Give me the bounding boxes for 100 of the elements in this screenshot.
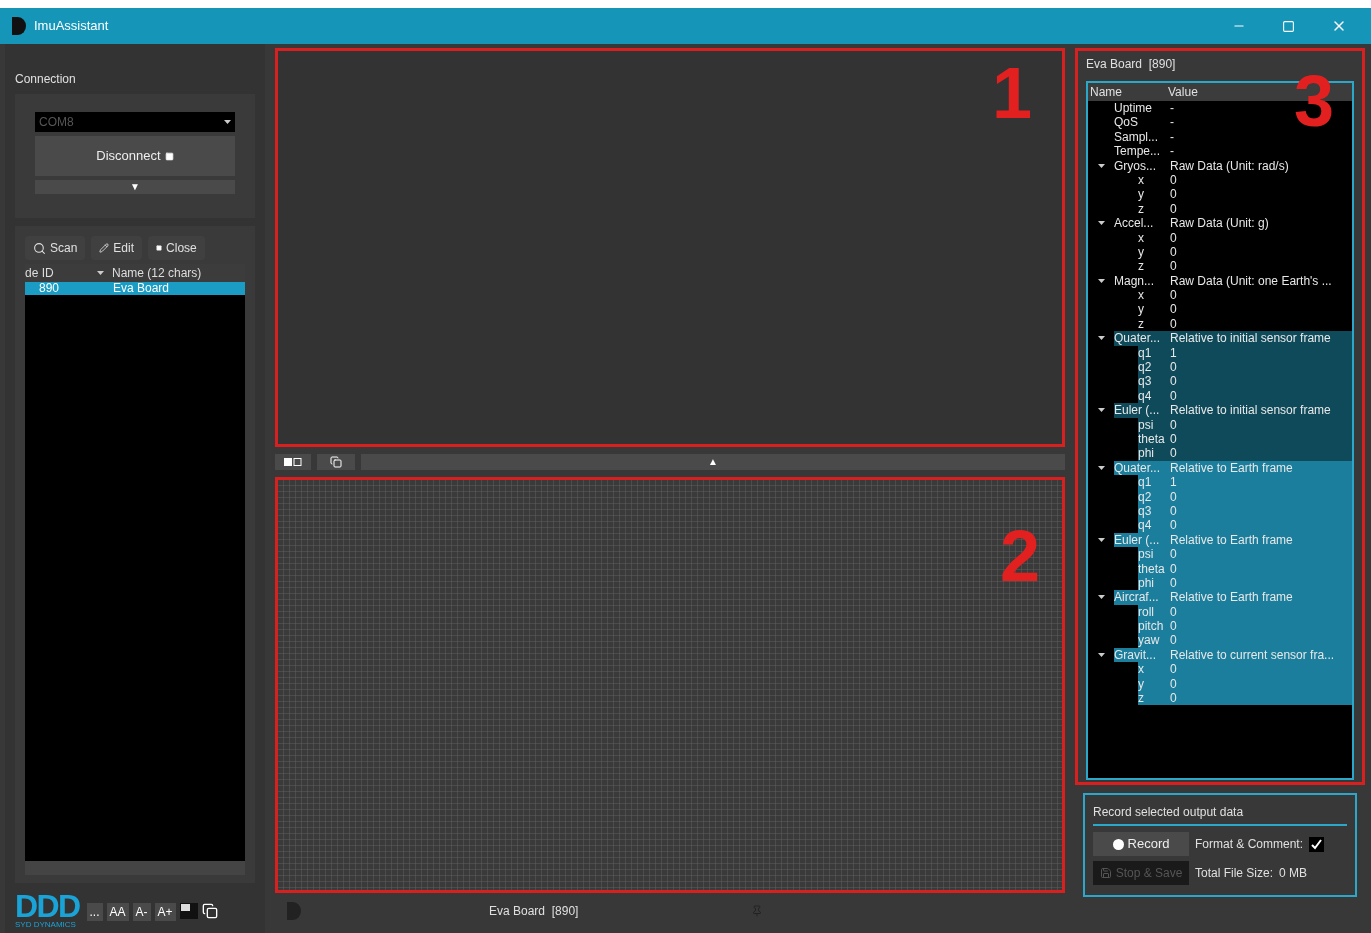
tree-item-value: 0 (1170, 662, 1177, 677)
company-name: SYD DYNAMICS (15, 921, 76, 929)
font-button[interactable]: A- (132, 903, 151, 921)
horizontal-scrollbar[interactable] (25, 861, 245, 875)
toolbar-button[interactable]: Scan (25, 236, 86, 260)
record-button[interactable]: Record (1093, 832, 1189, 856)
tree-row[interactable]: q3 0 (1138, 374, 1352, 389)
font-button[interactable]: A+ (154, 903, 176, 921)
tree-row[interactable]: phi 0 (1138, 446, 1352, 461)
expand-button[interactable]: ▼ (35, 180, 235, 194)
expand-caret-icon[interactable] (1097, 595, 1105, 600)
tree-item-value: 0 (1170, 503, 1177, 519)
tree-row[interactable]: yaw 0 (1138, 633, 1352, 648)
tree-item-value: 0 (1170, 360, 1177, 375)
tree-item-value: Relative to Earth frame (1170, 532, 1293, 548)
tree-row[interactable]: y 0 (1138, 187, 1352, 202)
expand-caret-icon[interactable] (1097, 408, 1105, 413)
annotation-number: 2 (999, 520, 1040, 592)
tree-item-value: 0 (1170, 446, 1177, 461)
tree-row[interactable]: Quater... Relative to initial sensor frame (1114, 331, 1352, 346)
window-icon (330, 456, 342, 468)
column-header[interactable]: de ID (25, 264, 97, 282)
tree-item-value: Relative to Earth frame (1170, 460, 1293, 476)
font-button[interactable]: AA (106, 903, 129, 921)
tree-item-value: Raw Data (Unit: g) (1170, 216, 1269, 231)
tree-item-value: 1 (1170, 345, 1177, 361)
tree-item-name: Uptime (1114, 101, 1153, 116)
tree-item-value: - (1170, 129, 1174, 145)
column-header[interactable]: Name (12 chars) (112, 264, 202, 282)
sort-caret-icon[interactable] (97, 271, 104, 275)
expand-caret-icon[interactable] (1097, 537, 1105, 542)
font-button[interactable]: ... (86, 903, 103, 921)
tree-row[interactable]: q2 0 (1138, 360, 1352, 375)
tree-item-name: Magn... (1114, 273, 1156, 289)
tree-row[interactable]: q1 1 (1138, 475, 1352, 490)
column-header[interactable]: Name (1088, 83, 1168, 101)
tree-item-name: y (1138, 302, 1145, 317)
tree-item-value: - (1170, 101, 1174, 116)
tree-row[interactable]: pitch 0 (1138, 619, 1352, 634)
tree-item-value: Relative to initial sensor frame (1170, 403, 1331, 418)
tree-row[interactable]: z 0 (1138, 691, 1352, 706)
tree-row[interactable]: y 0 (1138, 302, 1352, 317)
tree-row[interactable]: psi 0 (1138, 547, 1352, 562)
tree-row[interactable]: x 0 (1138, 230, 1352, 245)
column-header[interactable]: Value (1168, 83, 1198, 101)
layout-button[interactable] (275, 454, 311, 470)
window-title: ImuAssistant (34, 17, 109, 36)
tree-row[interactable]: x 0 (1138, 288, 1352, 303)
toolbar-button[interactable]: Close (148, 236, 205, 260)
expand-caret-icon[interactable] (1097, 653, 1105, 658)
tree-row[interactable]: Gryos... Raw Data (Unit: rad/s) (1114, 158, 1352, 173)
tree-item-value: 0 (1170, 676, 1177, 691)
tree-item-value: 0 (1170, 604, 1177, 620)
expand-caret-icon[interactable] (1097, 278, 1105, 283)
tree-row[interactable]: Tempe... - (1114, 144, 1352, 159)
tree-item-name: z (1138, 201, 1145, 217)
expand-caret-icon[interactable] (1097, 163, 1105, 168)
tree-item-value: 0 (1170, 547, 1177, 562)
dropdown-caret-icon[interactable] (224, 120, 231, 124)
tree-item-name: q3 (1138, 503, 1153, 519)
tree-row[interactable]: q4 0 (1138, 518, 1352, 533)
disconnect-button[interactable]: Disconnect (35, 136, 235, 176)
tree-row[interactable]: Aircraf... Relative to Earth frame (1114, 590, 1352, 605)
app-logo-icon (12, 17, 26, 35)
tree-item-name: y (1138, 244, 1145, 260)
collapse-button[interactable]: ▲ (361, 454, 1065, 470)
tree-item-name: q4 (1138, 518, 1153, 533)
expand-caret-icon[interactable] (1097, 465, 1105, 470)
tree-row[interactable]: Euler (... Relative to initial sensor frame (1114, 403, 1352, 418)
tree-row[interactable]: z 0 (1138, 201, 1352, 217)
tree-row[interactable]: Accel... Raw Data (Unit: g) (1114, 216, 1352, 231)
window-icon[interactable] (201, 903, 218, 919)
tree-row[interactable]: x 0 (1138, 662, 1352, 677)
toolbar-button[interactable]: Edit (91, 236, 143, 260)
tree-item-name: q4 (1138, 388, 1153, 404)
tree-item-value: Relative to initial sensor frame (1170, 331, 1331, 346)
tree-item-value: - (1170, 115, 1174, 130)
tree-item-value: Raw Data (Unit: rad/s) (1170, 158, 1289, 173)
tree-row[interactable]: z 0 (1138, 316, 1352, 332)
tree-row[interactable]: y 0 (1138, 244, 1352, 260)
maximize-icon[interactable] (1282, 19, 1295, 33)
tree-item-value: 0 (1170, 259, 1177, 274)
search-icon (33, 241, 46, 255)
tree-item-value: - (1170, 144, 1174, 159)
file-size-label: Total File Size: (1195, 865, 1274, 882)
expand-caret-icon[interactable] (1097, 221, 1105, 226)
format-label: Format & Comment: (1195, 836, 1304, 853)
tree-item-name: phi (1138, 575, 1155, 591)
expand-caret-icon[interactable] (1097, 336, 1105, 341)
tree-item-value: 0 (1170, 201, 1177, 217)
tree-item-value: 0 (1170, 244, 1177, 260)
tree-item-value: 0 (1170, 619, 1177, 634)
format-checkbox[interactable] (1309, 836, 1325, 852)
window-button[interactable] (317, 454, 355, 470)
tree-row[interactable]: z 0 (1138, 259, 1352, 274)
tree-item-name: y (1138, 187, 1145, 202)
tree-row[interactable]: x 0 (1138, 172, 1352, 188)
theme-icon[interactable] (179, 903, 198, 919)
tree-row[interactable]: Magn... Raw Data (Unit: one Earth's ... (1114, 273, 1352, 289)
tree-item-name: q1 (1138, 475, 1153, 490)
